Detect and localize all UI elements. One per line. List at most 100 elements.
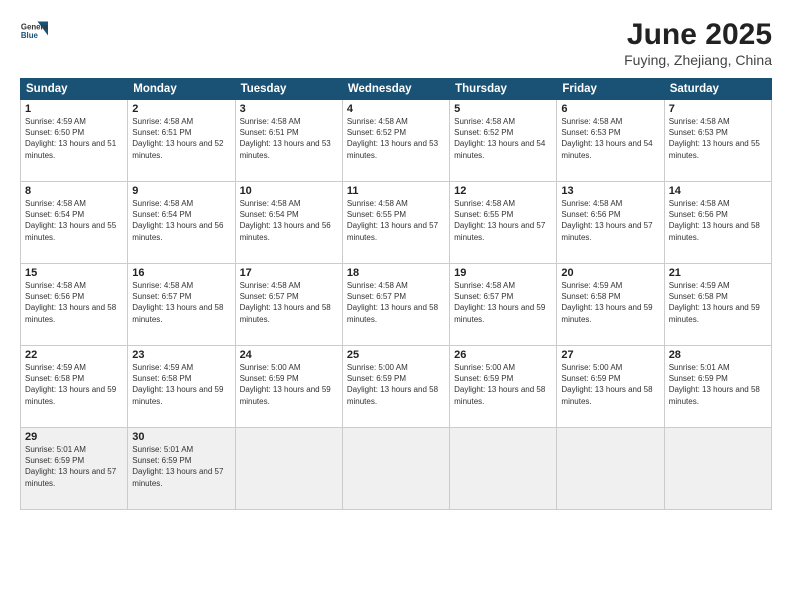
calendar-week-row: 29Sunrise: 5:01 AMSunset: 6:59 PMDayligh…	[21, 428, 772, 510]
day-info: Sunrise: 4:58 AMSunset: 6:53 PMDaylight:…	[669, 116, 767, 161]
col-friday: Friday	[557, 79, 664, 100]
day-number: 6	[561, 103, 659, 115]
day-info: Sunrise: 5:01 AMSunset: 6:59 PMDaylight:…	[25, 444, 123, 489]
day-info: Sunrise: 5:01 AMSunset: 6:59 PMDaylight:…	[132, 444, 230, 489]
col-wednesday: Wednesday	[342, 79, 449, 100]
day-info: Sunrise: 4:58 AMSunset: 6:54 PMDaylight:…	[132, 198, 230, 243]
header: General Blue June 2025 Fuying, Zhejiang,…	[20, 18, 772, 68]
col-sunday: Sunday	[21, 79, 128, 100]
table-row: 28Sunrise: 5:01 AMSunset: 6:59 PMDayligh…	[664, 346, 771, 428]
day-info: Sunrise: 4:59 AMSunset: 6:58 PMDaylight:…	[669, 280, 767, 325]
day-number: 20	[561, 267, 659, 279]
day-info: Sunrise: 4:58 AMSunset: 6:55 PMDaylight:…	[347, 198, 445, 243]
day-info: Sunrise: 4:58 AMSunset: 6:51 PMDaylight:…	[132, 116, 230, 161]
table-row: 8Sunrise: 4:58 AMSunset: 6:54 PMDaylight…	[21, 182, 128, 264]
day-info: Sunrise: 4:58 AMSunset: 6:52 PMDaylight:…	[454, 116, 552, 161]
table-row: 15Sunrise: 4:58 AMSunset: 6:56 PMDayligh…	[21, 264, 128, 346]
day-number: 19	[454, 267, 552, 279]
page: General Blue June 2025 Fuying, Zhejiang,…	[0, 0, 792, 612]
day-number: 21	[669, 267, 767, 279]
svg-text:General: General	[21, 22, 48, 31]
day-info: Sunrise: 4:58 AMSunset: 6:54 PMDaylight:…	[240, 198, 338, 243]
day-info: Sunrise: 4:58 AMSunset: 6:57 PMDaylight:…	[454, 280, 552, 325]
logo: General Blue	[20, 18, 48, 46]
day-info: Sunrise: 4:59 AMSunset: 6:58 PMDaylight:…	[132, 362, 230, 407]
calendar-table: Sunday Monday Tuesday Wednesday Thursday…	[20, 78, 772, 510]
table-row: 10Sunrise: 4:58 AMSunset: 6:54 PMDayligh…	[235, 182, 342, 264]
table-row: 14Sunrise: 4:58 AMSunset: 6:56 PMDayligh…	[664, 182, 771, 264]
calendar-week-row: 8Sunrise: 4:58 AMSunset: 6:54 PMDaylight…	[21, 182, 772, 264]
table-row	[235, 428, 342, 510]
day-info: Sunrise: 4:59 AMSunset: 6:58 PMDaylight:…	[25, 362, 123, 407]
day-info: Sunrise: 4:59 AMSunset: 6:50 PMDaylight:…	[25, 116, 123, 161]
day-info: Sunrise: 5:00 AMSunset: 6:59 PMDaylight:…	[240, 362, 338, 407]
day-number: 13	[561, 185, 659, 197]
month-title: June 2025	[624, 18, 772, 52]
table-row: 9Sunrise: 4:58 AMSunset: 6:54 PMDaylight…	[128, 182, 235, 264]
day-info: Sunrise: 4:58 AMSunset: 6:57 PMDaylight:…	[240, 280, 338, 325]
table-row: 24Sunrise: 5:00 AMSunset: 6:59 PMDayligh…	[235, 346, 342, 428]
table-row: 1 Sunrise: 4:59 AMSunset: 6:50 PMDayligh…	[21, 100, 128, 182]
table-row: 16Sunrise: 4:58 AMSunset: 6:57 PMDayligh…	[128, 264, 235, 346]
table-row: 30Sunrise: 5:01 AMSunset: 6:59 PMDayligh…	[128, 428, 235, 510]
day-info: Sunrise: 4:58 AMSunset: 6:54 PMDaylight:…	[25, 198, 123, 243]
col-tuesday: Tuesday	[235, 79, 342, 100]
table-row: 3Sunrise: 4:58 AMSunset: 6:51 PMDaylight…	[235, 100, 342, 182]
col-saturday: Saturday	[664, 79, 771, 100]
day-info: Sunrise: 4:58 AMSunset: 6:56 PMDaylight:…	[561, 198, 659, 243]
table-row: 13Sunrise: 4:58 AMSunset: 6:56 PMDayligh…	[557, 182, 664, 264]
day-info: Sunrise: 4:58 AMSunset: 6:57 PMDaylight:…	[132, 280, 230, 325]
day-number: 7	[669, 103, 767, 115]
day-info: Sunrise: 4:58 AMSunset: 6:57 PMDaylight:…	[347, 280, 445, 325]
day-number: 11	[347, 185, 445, 197]
day-info: Sunrise: 5:00 AMSunset: 6:59 PMDaylight:…	[347, 362, 445, 407]
day-number: 15	[25, 267, 123, 279]
calendar-header-row: Sunday Monday Tuesday Wednesday Thursday…	[21, 79, 772, 100]
table-row: 7Sunrise: 4:58 AMSunset: 6:53 PMDaylight…	[664, 100, 771, 182]
day-number: 12	[454, 185, 552, 197]
day-number: 4	[347, 103, 445, 115]
day-info: Sunrise: 4:58 AMSunset: 6:53 PMDaylight:…	[561, 116, 659, 161]
day-number: 1	[25, 103, 123, 115]
table-row: 26Sunrise: 5:00 AMSunset: 6:59 PMDayligh…	[450, 346, 557, 428]
day-info: Sunrise: 4:58 AMSunset: 6:52 PMDaylight:…	[347, 116, 445, 161]
col-monday: Monday	[128, 79, 235, 100]
day-number: 22	[25, 349, 123, 361]
day-info: Sunrise: 5:00 AMSunset: 6:59 PMDaylight:…	[561, 362, 659, 407]
table-row: 22Sunrise: 4:59 AMSunset: 6:58 PMDayligh…	[21, 346, 128, 428]
day-number: 23	[132, 349, 230, 361]
day-number: 26	[454, 349, 552, 361]
day-info: Sunrise: 4:58 AMSunset: 6:55 PMDaylight:…	[454, 198, 552, 243]
day-number: 16	[132, 267, 230, 279]
table-row: 4Sunrise: 4:58 AMSunset: 6:52 PMDaylight…	[342, 100, 449, 182]
day-number: 2	[132, 103, 230, 115]
day-number: 25	[347, 349, 445, 361]
day-info: Sunrise: 4:58 AMSunset: 6:51 PMDaylight:…	[240, 116, 338, 161]
logo-icon: General Blue	[20, 18, 48, 46]
table-row: 23Sunrise: 4:59 AMSunset: 6:58 PMDayligh…	[128, 346, 235, 428]
table-row	[450, 428, 557, 510]
day-info: Sunrise: 4:59 AMSunset: 6:58 PMDaylight:…	[561, 280, 659, 325]
day-number: 27	[561, 349, 659, 361]
table-row: 5Sunrise: 4:58 AMSunset: 6:52 PMDaylight…	[450, 100, 557, 182]
subtitle: Fuying, Zhejiang, China	[624, 52, 772, 68]
day-number: 8	[25, 185, 123, 197]
table-row: 27Sunrise: 5:00 AMSunset: 6:59 PMDayligh…	[557, 346, 664, 428]
day-number: 18	[347, 267, 445, 279]
day-number: 29	[25, 431, 123, 443]
table-row: 17Sunrise: 4:58 AMSunset: 6:57 PMDayligh…	[235, 264, 342, 346]
day-info: Sunrise: 5:00 AMSunset: 6:59 PMDaylight:…	[454, 362, 552, 407]
calendar-week-row: 1 Sunrise: 4:59 AMSunset: 6:50 PMDayligh…	[21, 100, 772, 182]
day-number: 10	[240, 185, 338, 197]
day-info: Sunrise: 4:58 AMSunset: 6:56 PMDaylight:…	[25, 280, 123, 325]
day-number: 17	[240, 267, 338, 279]
table-row: 20Sunrise: 4:59 AMSunset: 6:58 PMDayligh…	[557, 264, 664, 346]
table-row: 29Sunrise: 5:01 AMSunset: 6:59 PMDayligh…	[21, 428, 128, 510]
calendar-week-row: 22Sunrise: 4:59 AMSunset: 6:58 PMDayligh…	[21, 346, 772, 428]
table-row	[557, 428, 664, 510]
table-row: 6Sunrise: 4:58 AMSunset: 6:53 PMDaylight…	[557, 100, 664, 182]
table-row: 21Sunrise: 4:59 AMSunset: 6:58 PMDayligh…	[664, 264, 771, 346]
svg-text:Blue: Blue	[21, 31, 39, 40]
day-number: 28	[669, 349, 767, 361]
calendar-week-row: 15Sunrise: 4:58 AMSunset: 6:56 PMDayligh…	[21, 264, 772, 346]
